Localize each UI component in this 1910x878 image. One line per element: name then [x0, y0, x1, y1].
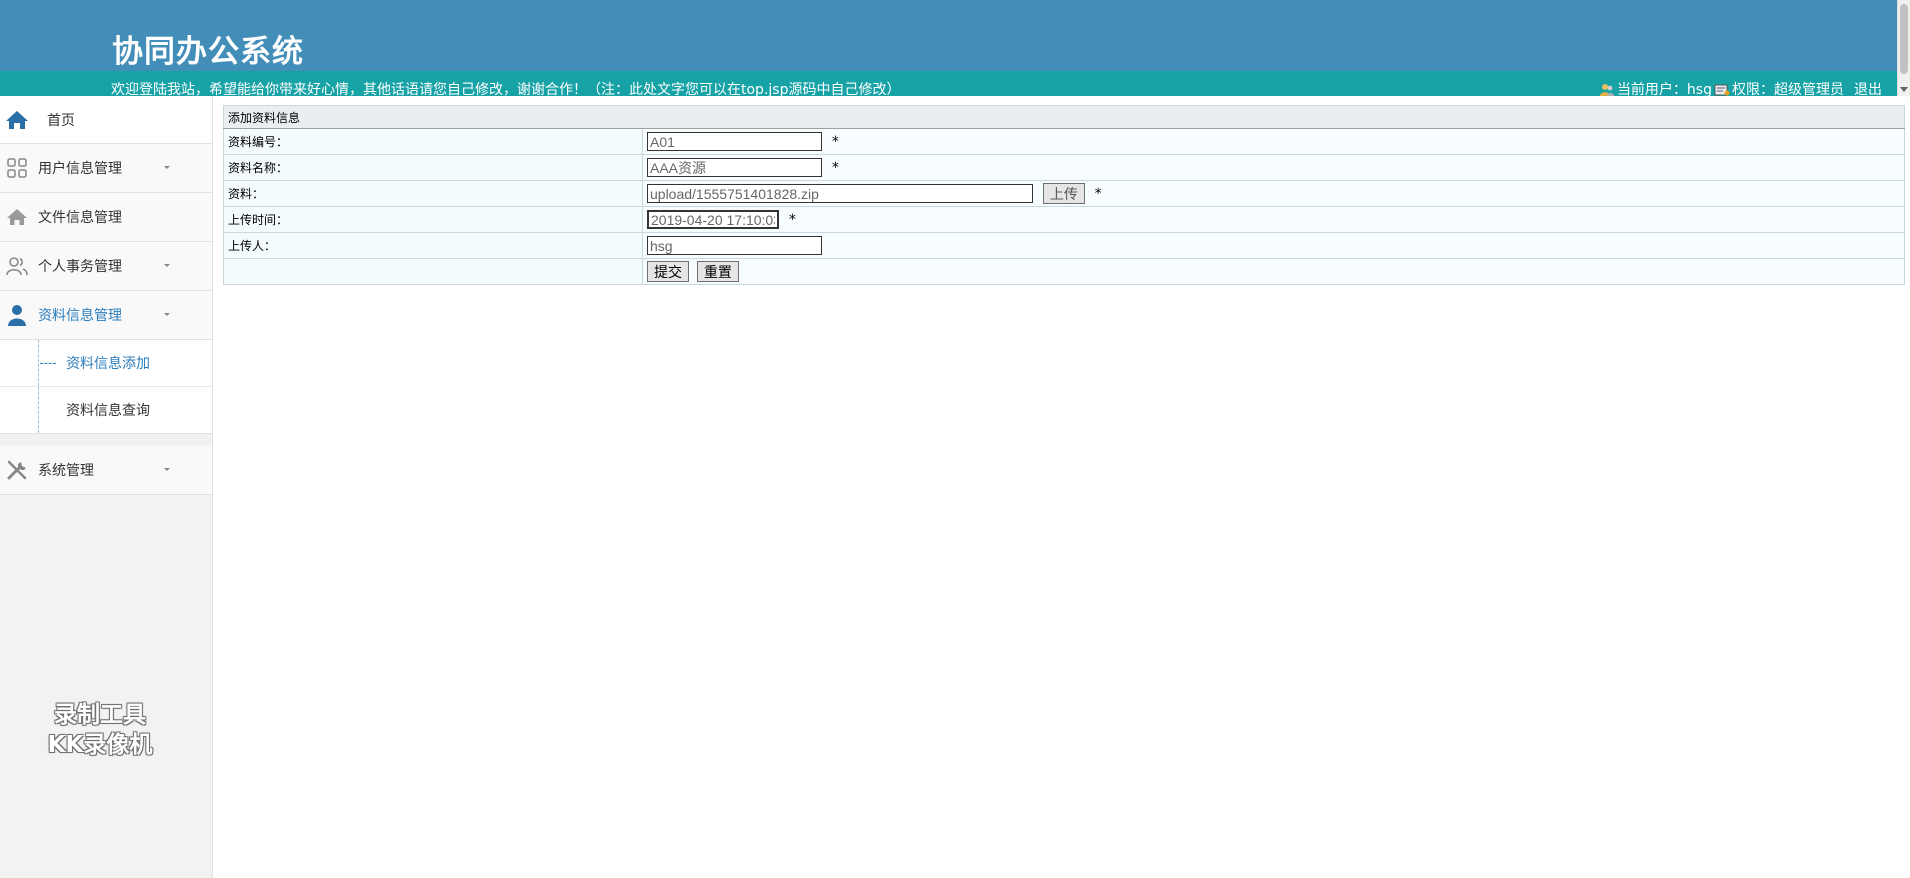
file-label: 资料： — [223, 180, 643, 207]
sidebar-item-user-management[interactable]: 用户信息管理 — [0, 144, 212, 193]
grid-icon — [5, 156, 29, 180]
users-icon — [5, 254, 29, 278]
top-header: 协同办公系统 欢迎登陆我站，希望能给你带来好心情，其他话语请您自己修改，谢谢合作… — [0, 0, 1898, 98]
chevron-down-icon — [164, 264, 170, 267]
sidebar: 首页 用户信息管理 文件信息管理 个人事务管理 资料信息管理 资料信息添加 资料… — [0, 96, 213, 878]
empty-cell — [223, 258, 643, 285]
submit-button[interactable]: 提交 — [647, 261, 689, 282]
app-title: 协同办公系统 — [112, 34, 304, 70]
house-outline-icon — [5, 205, 29, 229]
required-mark: * — [788, 211, 796, 228]
permission-label: 权限：超级管理员 — [1732, 82, 1844, 98]
watermark-line1: 录制工具 — [54, 702, 146, 728]
required-mark: * — [831, 133, 839, 150]
wrench-icon — [5, 458, 29, 482]
sidebar-subitem-label: 资料信息添加 — [66, 356, 150, 372]
chevron-down-icon — [164, 313, 170, 316]
user-info: 当前用户：hsg 权限：超级管理员 退出 — [1599, 78, 1882, 102]
name-input[interactable] — [647, 158, 822, 177]
sidebar-item-label: 资料信息管理 — [38, 308, 122, 324]
upload-time-input[interactable] — [647, 210, 779, 229]
file-path-input[interactable] — [647, 184, 1033, 203]
sidebar-item-material-management[interactable]: 资料信息管理 — [0, 291, 212, 340]
sidebar-item-personal-affairs[interactable]: 个人事务管理 — [0, 242, 212, 291]
main-content: 添加资料信息 资料编号： * 资料名称： * 资料： — [223, 105, 1905, 285]
home-icon — [5, 108, 29, 132]
sidebar-item-label: 系统管理 — [38, 463, 94, 479]
recorder-watermark: 录制工具 KK录像机 — [30, 700, 170, 760]
sidebar-subitem-material-query[interactable]: 资料信息查询 — [0, 387, 212, 433]
sidebar-item-label: 首页 — [47, 112, 75, 129]
code-input[interactable] — [647, 132, 822, 151]
user-icon — [1599, 82, 1615, 98]
sidebar-item-home[interactable]: 首页 — [0, 96, 212, 144]
app-window: 协同办公系统 欢迎登陆我站，希望能给你带来好心情，其他话语请您自己修改，谢谢合作… — [0, 0, 1910, 878]
logout-link[interactable]: 退出 — [1854, 78, 1882, 102]
sidebar-item-label: 用户信息管理 — [38, 161, 122, 177]
uploader-input[interactable] — [647, 236, 822, 255]
current-user-label: 当前用户：hsg — [1616, 82, 1712, 98]
sidebar-subitem-material-add[interactable]: 资料信息添加 — [0, 340, 212, 387]
user-icon — [5, 303, 29, 327]
form-caption: 添加资料信息 — [223, 105, 1905, 129]
reset-button[interactable]: 重置 — [696, 261, 739, 282]
sidebar-item-label: 文件信息管理 — [38, 210, 122, 226]
welcome-bar: 欢迎登陆我站，希望能给你带来好心情，其他话语请您自己修改，谢谢合作！（注：此处文… — [0, 71, 1898, 98]
scrollbar-thumb[interactable] — [1900, 4, 1908, 74]
welcome-text: 欢迎登陆我站，希望能给你带来好心情，其他话语请您自己修改，谢谢合作！（注：此处文… — [111, 82, 901, 98]
scroll-down-arrow-icon[interactable] — [1900, 87, 1908, 92]
time-label: 上传时间： — [223, 206, 643, 233]
sidebar-item-label: 个人事务管理 — [38, 259, 122, 275]
window-scrollbar[interactable] — [1897, 0, 1910, 96]
chevron-down-icon — [164, 468, 170, 471]
add-material-form: 添加资料信息 资料编号： * 资料名称： * 资料： — [223, 105, 1905, 285]
chevron-down-icon — [164, 166, 170, 169]
sidebar-item-file-management[interactable]: 文件信息管理 — [0, 193, 212, 242]
permission-icon — [1714, 82, 1730, 98]
name-label: 资料名称： — [223, 154, 643, 181]
sidebar-item-system-management[interactable]: 系统管理 — [0, 446, 212, 495]
watermark-line2: KK录像机 — [47, 732, 153, 758]
required-mark: * — [1094, 185, 1102, 202]
uploader-label: 上传人： — [223, 232, 643, 259]
upload-button[interactable]: 上传 — [1042, 183, 1085, 204]
required-mark: * — [831, 159, 839, 176]
material-submenu: 资料信息添加 资料信息查询 — [0, 340, 212, 434]
code-label: 资料编号： — [223, 128, 643, 155]
sidebar-subitem-label: 资料信息查询 — [66, 403, 150, 419]
